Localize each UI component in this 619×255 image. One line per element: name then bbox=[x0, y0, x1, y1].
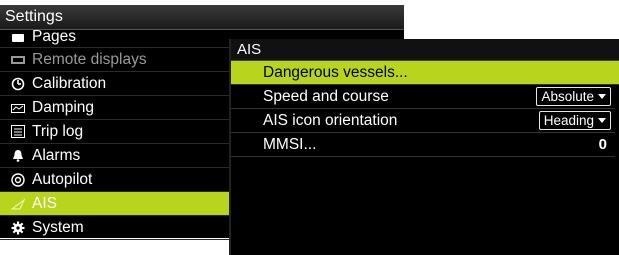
row-label: MMSI... bbox=[263, 136, 317, 153]
settings-item-label: Damping bbox=[32, 99, 95, 116]
dropdown-value: Heading bbox=[543, 113, 594, 128]
ais-icon-orientation-item[interactable]: AIS icon orientation Heading bbox=[231, 109, 615, 133]
row-label: AIS icon orientation bbox=[263, 112, 398, 129]
ais-icon-orientation-dropdown[interactable]: Heading bbox=[538, 111, 611, 130]
settings-item-label: Calibration bbox=[32, 75, 107, 92]
settings-title: Settings bbox=[0, 5, 404, 30]
speed-and-course-dropdown[interactable]: Absolute bbox=[536, 87, 611, 106]
ais-icon bbox=[11, 197, 25, 210]
settings-item-label: AIS bbox=[32, 195, 57, 212]
speed-and-course-item[interactable]: Speed and course Absolute bbox=[231, 85, 615, 109]
alarm-bell-icon bbox=[11, 149, 25, 162]
mmsi-value: 0 bbox=[598, 136, 607, 153]
chevron-down-icon bbox=[598, 94, 606, 99]
ais-panel-title: AIS bbox=[231, 39, 619, 61]
row-label: Dangerous vessels... bbox=[263, 64, 408, 81]
settings-item-label: Trip log bbox=[32, 123, 84, 140]
trip-log-icon bbox=[11, 125, 25, 138]
mmsi-item[interactable]: MMSI... 0 bbox=[231, 133, 615, 157]
chevron-down-icon bbox=[598, 118, 606, 123]
settings-item-label: System bbox=[32, 219, 84, 236]
damping-icon bbox=[11, 101, 25, 114]
remote-displays-icon bbox=[11, 53, 25, 66]
ais-panel: AIS Dangerous vessels... Speed and cours… bbox=[231, 39, 619, 255]
pages-icon bbox=[11, 32, 25, 45]
dropdown-value: Absolute bbox=[541, 89, 594, 104]
gear-icon bbox=[11, 221, 25, 234]
calibration-icon bbox=[11, 77, 25, 90]
autopilot-icon bbox=[11, 172, 25, 187]
dangerous-vessels-item[interactable]: Dangerous vessels... bbox=[231, 61, 619, 85]
settings-item-label: Remote displays bbox=[32, 51, 147, 68]
settings-item-label: Pages bbox=[32, 28, 76, 45]
settings-item-label: Alarms bbox=[32, 147, 81, 164]
row-label: Speed and course bbox=[263, 88, 389, 105]
settings-item-label: Autopilot bbox=[32, 171, 93, 188]
